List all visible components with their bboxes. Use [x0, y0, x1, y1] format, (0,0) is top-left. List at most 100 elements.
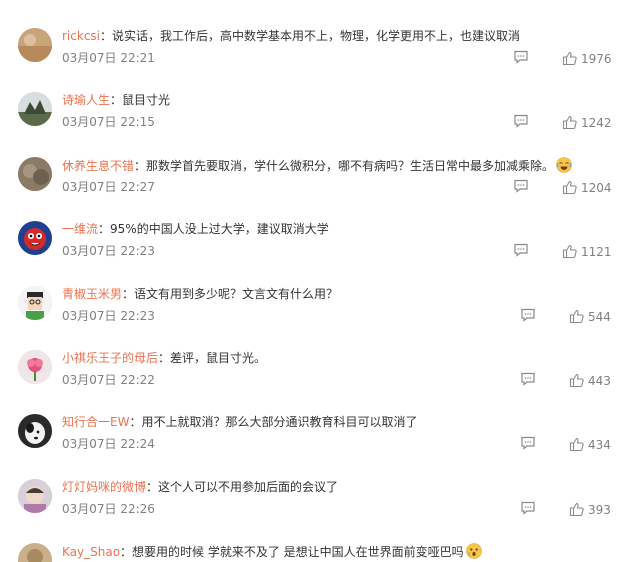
like-count: 393	[588, 503, 611, 517]
avatar[interactable]	[18, 479, 52, 513]
comment-text: 95%的中国人没上过大学，建议取消大学	[110, 222, 329, 236]
comment-username[interactable]: Kay_Shao	[62, 545, 120, 559]
like-button[interactable]: 443	[569, 370, 611, 388]
thumbs-up-icon	[562, 51, 577, 66]
thumbs-up-icon	[562, 180, 577, 195]
like-button[interactable]: 544	[569, 306, 611, 324]
avatar-image	[18, 28, 52, 62]
comment-time: 03月07日 22:21	[62, 51, 155, 65]
shocked-emoji-icon	[465, 543, 482, 559]
comment-username[interactable]: 青椒玉米男	[62, 287, 122, 301]
like-button[interactable]: 1976	[562, 48, 612, 66]
reply-icon[interactable]	[513, 242, 529, 258]
reply-icon[interactable]	[513, 178, 529, 194]
avatar[interactable]	[18, 92, 52, 126]
username-separator: ：	[120, 545, 133, 559]
username-separator: ：	[129, 415, 142, 429]
like-count: 1242	[581, 116, 612, 130]
comment-time: 03月07日 22:27	[62, 180, 155, 194]
avatar[interactable]	[18, 543, 52, 562]
comment-item: 休养生息不错：那数学首先要取消，学什么微积分，哪不有病吗？生活日常中最多加减乘除…	[0, 153, 639, 217]
username-separator: ：	[158, 351, 171, 365]
comment-text-line: 诗瑜人生：鼠目寸光	[62, 92, 170, 108]
comment-username[interactable]: 一维流	[62, 222, 98, 236]
comment-item: 知行合一EW：用不上就取消？那么大部分通识教育科目可以取消了 03月07日 22…	[0, 410, 639, 474]
avatar[interactable]	[18, 157, 52, 191]
like-count: 443	[588, 374, 611, 388]
reply-icon[interactable]	[520, 500, 536, 516]
comment-username[interactable]: 小祺乐王子的母后	[62, 351, 158, 365]
username-separator: ：	[146, 480, 159, 494]
like-button[interactable]: 1242	[562, 112, 612, 130]
comment-text: 语文有用到多少呢？文言文有什么用？	[134, 287, 339, 301]
username-separator: ：	[134, 159, 147, 173]
like-count: 434	[588, 438, 611, 452]
avatar[interactable]	[18, 414, 52, 448]
comment-text-line: 灯灯妈咪的微博：这个人可以不用参加后面的会议了	[62, 479, 338, 495]
reply-icon[interactable]	[520, 307, 536, 323]
thumbs-up-icon	[569, 309, 584, 324]
avatar-image	[18, 543, 52, 562]
comment-text-line: Kay_Shao：想要用的时候 学就来不及了 是想让中国人在世界面前变哑巴吗	[62, 543, 482, 560]
avatar[interactable]	[18, 221, 52, 255]
comment-text-line: 青椒玉米男：语文有用到多少呢？文言文有什么用？	[62, 286, 338, 302]
username-separator: ：	[122, 287, 135, 301]
username-separator: ：	[110, 93, 123, 107]
like-count: 544	[588, 310, 611, 324]
comment-text-line: rickcsi：说实话，我工作后，高中数学基本用不上，物理，化学更用不上，也建议…	[62, 28, 520, 44]
comment-text: 差评，鼠目寸光。	[170, 351, 267, 365]
avatar[interactable]	[18, 28, 52, 62]
comment-item: rickcsi：说实话，我工作后，高中数学基本用不上，物理，化学更用不上，也建议…	[0, 24, 639, 88]
comment-item: 诗瑜人生：鼠目寸光 03月07日 22:15 1242	[0, 88, 639, 152]
reply-icon[interactable]	[520, 371, 536, 387]
comment-time: 03月07日 22:23	[62, 309, 155, 323]
reply-icon[interactable]	[520, 435, 536, 451]
like-button[interactable]: 393	[569, 499, 611, 517]
thumbs-up-icon	[562, 115, 577, 130]
like-count: 1976	[581, 52, 612, 66]
avatar-image	[18, 479, 52, 513]
like-button[interactable]: 1204	[562, 177, 612, 195]
username-separator: ：	[100, 29, 113, 43]
reply-icon[interactable]	[513, 49, 529, 65]
comment-username[interactable]: 知行合一EW	[62, 415, 129, 429]
comment-username[interactable]: 灯灯妈咪的微博	[62, 480, 146, 494]
comment-item: 灯灯妈咪的微博：这个人可以不用参加后面的会议了 03月07日 22:26 393	[0, 475, 639, 539]
comment-text: 想要用的时候 学就来不及了 是想让中国人在世界面前变哑巴吗	[132, 545, 464, 559]
avatar-image	[18, 157, 52, 191]
thumbs-up-icon	[562, 244, 577, 259]
like-count: 1121	[581, 245, 612, 259]
comment-username[interactable]: rickcsi	[62, 29, 100, 43]
comment-username[interactable]: 休养生息不错	[62, 159, 134, 173]
username-separator: ：	[98, 222, 111, 236]
comment-time: 03月07日 22:24	[62, 437, 155, 451]
comment-item: 一维流：95%的中国人没上过大学，建议取消大学 03月07日 22:23 112…	[0, 217, 639, 281]
thumbs-up-icon	[569, 502, 584, 517]
like-count: 1204	[581, 181, 612, 195]
comment-item: Kay_Shao：想要用的时候 学就来不及了 是想让中国人在世界面前变哑巴吗	[0, 539, 639, 562]
thumbs-up-icon	[569, 437, 584, 452]
comment-text: 用不上就取消？那么大部分通识教育科目可以取消了	[141, 415, 418, 429]
thumbs-up-icon	[569, 373, 584, 388]
avatar-image	[18, 92, 52, 126]
avatar[interactable]	[18, 350, 52, 384]
comment-text: 这个人可以不用参加后面的会议了	[158, 480, 339, 494]
like-button[interactable]: 1121	[562, 241, 612, 259]
avatar-image	[18, 350, 52, 384]
comment-item: 青椒玉米男：语文有用到多少呢？文言文有什么用？ 03月07日 22:23 544	[0, 282, 639, 346]
avatar-image	[18, 221, 52, 255]
comment-time: 03月07日 22:22	[62, 373, 155, 387]
comment-username[interactable]: 诗瑜人生	[62, 93, 110, 107]
comment-text-line: 休养生息不错：那数学首先要取消，学什么微积分，哪不有病吗？生活日常中最多加减乘除…	[62, 157, 572, 174]
like-button[interactable]: 434	[569, 434, 611, 452]
comment-text-line: 一维流：95%的中国人没上过大学，建议取消大学	[62, 221, 329, 237]
crying-laughing-emoji-icon	[556, 157, 572, 173]
comment-time: 03月07日 22:23	[62, 244, 155, 258]
comment-text: 那数学首先要取消，学什么微积分，哪不有病吗？生活日常中最多加减乘除。	[146, 159, 555, 173]
comment-text-line: 小祺乐王子的母后：差评，鼠目寸光。	[62, 350, 266, 366]
reply-icon[interactable]	[513, 113, 529, 129]
comment-time: 03月07日 22:26	[62, 502, 155, 516]
comment-text: 鼠目寸光	[122, 93, 171, 107]
avatar-image	[18, 414, 52, 448]
avatar[interactable]	[18, 286, 52, 320]
